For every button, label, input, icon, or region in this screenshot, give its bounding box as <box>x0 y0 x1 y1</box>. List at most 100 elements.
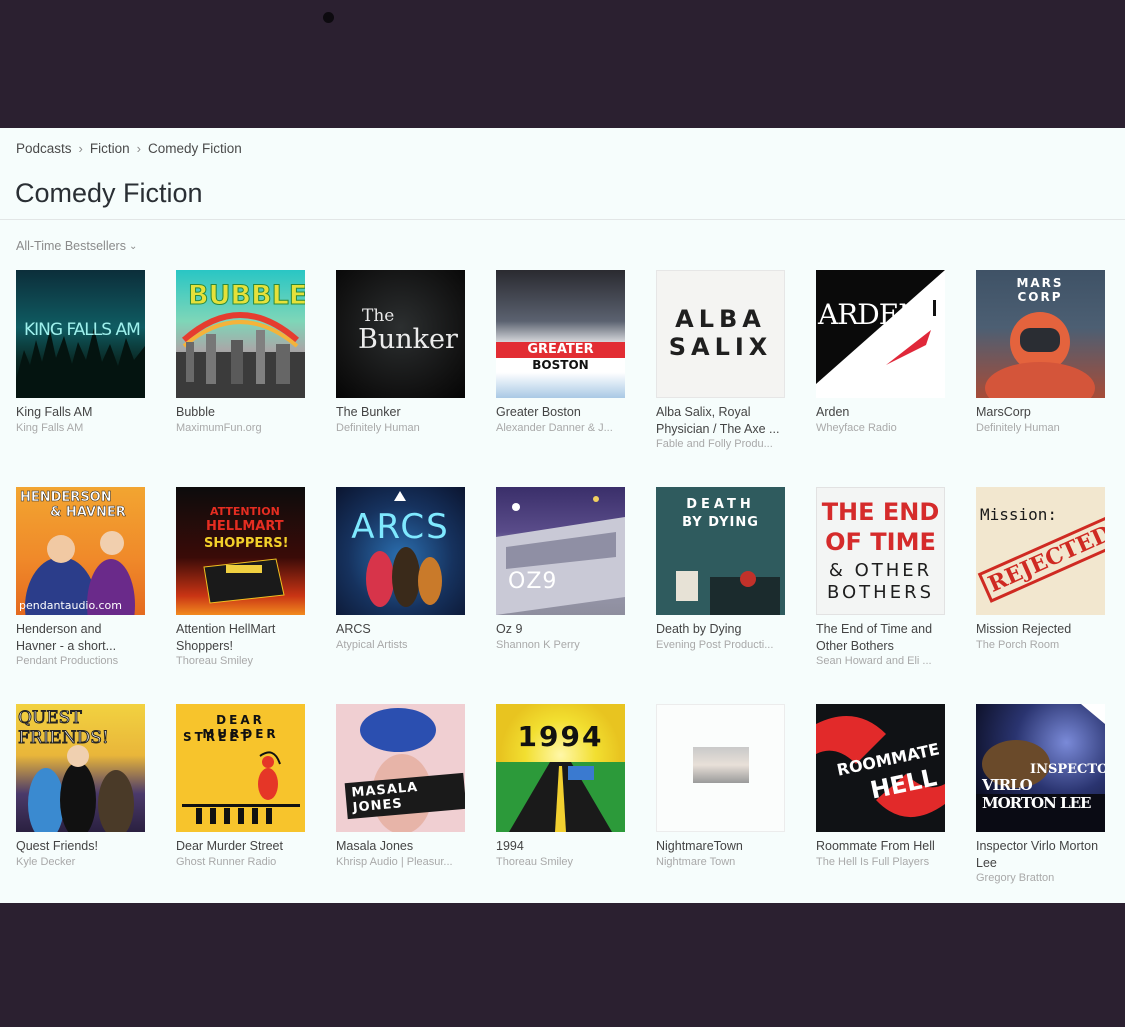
podcast-artwork-1994[interactable]: 1994 <box>496 704 625 832</box>
podcast-author[interactable]: The Porch Room <box>976 638 1105 653</box>
podcast-title[interactable]: Alba Salix, Royal Physician / The Axe ..… <box>656 404 785 437</box>
podcast-author[interactable]: Evening Post Producti... <box>656 638 785 653</box>
podcast-tile[interactable]: The Bunker The Bunker Definitely Human <box>336 270 465 436</box>
device-bezel-bottom <box>0 903 1125 1027</box>
podcast-title[interactable]: Greater Boston <box>496 404 625 421</box>
podcast-author[interactable]: Atypical Artists <box>336 638 465 653</box>
podcast-title[interactable]: Oz 9 <box>496 621 625 638</box>
podcast-tile[interactable]: ARDEN Arden Wheyface Radio <box>816 270 945 436</box>
podcast-title[interactable]: 1994 <box>496 838 625 855</box>
podcast-title[interactable]: The Bunker <box>336 404 465 421</box>
artwork-text: VIRLO MORTON LEE <box>982 776 1091 812</box>
breadcrumb-podcasts[interactable]: Podcasts <box>16 141 72 156</box>
podcast-tile[interactable]: MASALA JONES Masala Jones Khrisp Audio |… <box>336 704 465 870</box>
podcast-artwork-hellmart[interactable]: ATTENTION HELLMART SHOPPERS! <box>176 487 305 615</box>
podcast-artwork-masala-jones[interactable]: MASALA JONES <box>336 704 465 832</box>
podcast-title[interactable]: NightmareTown <box>656 838 785 855</box>
podcast-tile[interactable]: ROOMMATE HELL Roommate From Hell The Hel… <box>816 704 945 870</box>
podcast-author[interactable]: Alexander Danner & J... <box>496 421 625 436</box>
podcast-title[interactable]: Inspector Virlo Morton Lee <box>976 838 1105 871</box>
podcast-title[interactable]: Quest Friends! <box>16 838 145 855</box>
podcast-artwork-henderson-havner[interactable]: HENDERSON & HAVNER pendantaudio.com <box>16 487 145 615</box>
podcast-tile[interactable]: GREATER BOSTON Greater Boston Alexander … <box>496 270 625 436</box>
podcast-artwork-alba-salix[interactable]: ALBA SALIX <box>656 270 785 398</box>
podcast-artwork-death-by-dying[interactable]: DEATH BY DYING <box>656 487 785 615</box>
podcast-title[interactable]: Mission Rejected <box>976 621 1105 638</box>
podcast-author[interactable]: Kyle Decker <box>16 855 145 870</box>
podcast-artwork-roommate-from-hell[interactable]: ROOMMATE HELL <box>816 704 945 832</box>
podcast-artwork-the-bunker[interactable]: The Bunker <box>336 270 465 398</box>
podcast-tile[interactable]: HENDERSON & HAVNER pendantaudio.com Hend… <box>16 487 145 669</box>
podcast-author[interactable]: MaximumFun.org <box>176 421 305 436</box>
podcast-tile[interactable]: MARS CORP MarsCorp Definitely Human <box>976 270 1105 436</box>
artwork-text: ALBA <box>675 305 766 333</box>
podcast-author[interactable]: Thoreau Smiley <box>496 855 625 870</box>
podcast-author[interactable]: Gregory Bratton <box>976 871 1105 886</box>
podcast-artwork-quest-friends[interactable]: QUEST FRIENDS! <box>16 704 145 832</box>
divider <box>0 219 1125 220</box>
podcast-tile[interactable]: BUBBLE Bubble MaximumFun.org <box>176 270 305 436</box>
podcast-artwork-inspector-virlo[interactable]: INSPECTOR VIRLO MORTON LEE <box>976 704 1105 832</box>
podcast-title[interactable]: Roommate From Hell <box>816 838 945 855</box>
podcast-title[interactable]: Bubble <box>176 404 305 421</box>
podcast-tile[interactable]: NightmareTown Nightmare Town <box>656 704 785 870</box>
podcast-tile[interactable]: THE END OF TIME & OTHER BOTHERS The End … <box>816 487 945 669</box>
podcast-artwork-king-falls-am[interactable]: KING FALLS AM <box>16 270 145 398</box>
podcast-tile[interactable]: QUEST FRIENDS! Quest Friends! Kyle Decke… <box>16 704 145 870</box>
podcast-artwork-dear-murder-street[interactable]: DEAR MURDER STREET <box>176 704 305 832</box>
podcast-artwork-nightmaretown[interactable] <box>656 704 785 832</box>
podcast-artwork-mission-rejected[interactable]: Mission: REJECTED <box>976 487 1105 615</box>
podcast-title[interactable]: ARCS <box>336 621 465 638</box>
podcast-artwork-bubble[interactable]: BUBBLE <box>176 270 305 398</box>
artwork-text: MARS CORP <box>1016 276 1064 304</box>
podcast-artwork-greater-boston[interactable]: GREATER BOSTON <box>496 270 625 398</box>
podcast-author[interactable]: Thoreau Smiley <box>176 654 305 669</box>
artwork-text: pendantaudio.com <box>19 599 123 612</box>
podcast-artwork-oz-9[interactable]: OZ9 <box>496 487 625 615</box>
podcast-title[interactable]: Masala Jones <box>336 838 465 855</box>
podcast-artwork-end-of-time[interactable]: THE END OF TIME & OTHER BOTHERS <box>816 487 945 615</box>
podcast-title[interactable]: King Falls AM <box>16 404 145 421</box>
podcast-tile[interactable]: OZ9 Oz 9 Shannon K Perry <box>496 487 625 653</box>
podcast-artwork-marscorp[interactable]: MARS CORP <box>976 270 1105 398</box>
podcast-author[interactable]: Shannon K Perry <box>496 638 625 653</box>
podcast-title[interactable]: Henderson and Havner - a short... <box>16 621 145 654</box>
artwork-text: OZ9 <box>508 569 558 594</box>
podcast-tile[interactable]: ARCS ARCS Atypical Artists <box>336 487 465 653</box>
podcast-author[interactable]: Ghost Runner Radio <box>176 855 305 870</box>
breadcrumb-fiction[interactable]: Fiction <box>90 141 130 156</box>
podcast-author[interactable]: Sean Howard and Eli ... <box>816 654 945 669</box>
podcast-author[interactable]: Definitely Human <box>336 421 465 436</box>
podcast-title[interactable]: Attention HellMart Shoppers! <box>176 621 305 654</box>
podcast-author[interactable]: Khrisp Audio | Pleasur... <box>336 855 465 870</box>
podcast-author[interactable]: Pendant Productions <box>16 654 145 669</box>
podcast-author[interactable]: Fable and Folly Produ... <box>656 437 785 452</box>
podcast-tile[interactable]: 1994 1994 Thoreau Smiley <box>496 704 625 870</box>
podcast-tile[interactable]: DEAR MURDER STREET Dear Murder Street Gh… <box>176 704 305 870</box>
breadcrumb-current: Comedy Fiction <box>147 141 242 156</box>
podcast-tile[interactable]: ATTENTION HELLMART SHOPPERS! Attention H… <box>176 487 305 669</box>
podcast-author[interactable]: Wheyface Radio <box>816 421 945 436</box>
podcast-tile[interactable]: INSPECTOR VIRLO MORTON LEE Inspector Vir… <box>976 704 1105 886</box>
podcast-author[interactable]: Nightmare Town <box>656 855 785 870</box>
sort-dropdown-label: All-Time Bestsellers <box>16 239 126 253</box>
podcast-artwork-arden[interactable]: ARDEN <box>816 270 945 398</box>
podcast-tile[interactable]: DEATH BY DYING Death by Dying Evening Po… <box>656 487 785 653</box>
podcast-tile[interactable]: KING FALLS AM King Falls AM King Falls A… <box>16 270 145 436</box>
podcast-title[interactable]: The End of Time and Other Bothers <box>816 621 945 654</box>
podcast-author[interactable]: King Falls AM <box>16 421 145 436</box>
sort-dropdown[interactable]: All-Time Bestsellers ⌄ <box>16 239 137 253</box>
artwork-text: GREATER <box>527 342 594 357</box>
podcast-title[interactable]: Dear Murder Street <box>176 838 305 855</box>
podcast-tile[interactable]: ALBA SALIX Alba Salix, Royal Physician /… <box>656 270 785 452</box>
podcast-title[interactable]: MarsCorp <box>976 404 1105 421</box>
podcast-title[interactable]: Arden <box>816 404 945 421</box>
podcast-title[interactable]: Death by Dying <box>656 621 785 638</box>
podcast-tile[interactable]: Mission: REJECTED Mission Rejected The P… <box>976 487 1105 653</box>
podcast-author[interactable]: The Hell Is Full Players <box>816 855 945 870</box>
podcast-author[interactable]: Definitely Human <box>976 421 1105 436</box>
artwork-text: REJECTED <box>977 515 1105 603</box>
artwork-text: BOTHERS <box>826 582 935 603</box>
artwork-text: QUEST FRIENDS! <box>18 708 110 749</box>
podcast-artwork-arcs[interactable]: ARCS <box>336 487 465 615</box>
